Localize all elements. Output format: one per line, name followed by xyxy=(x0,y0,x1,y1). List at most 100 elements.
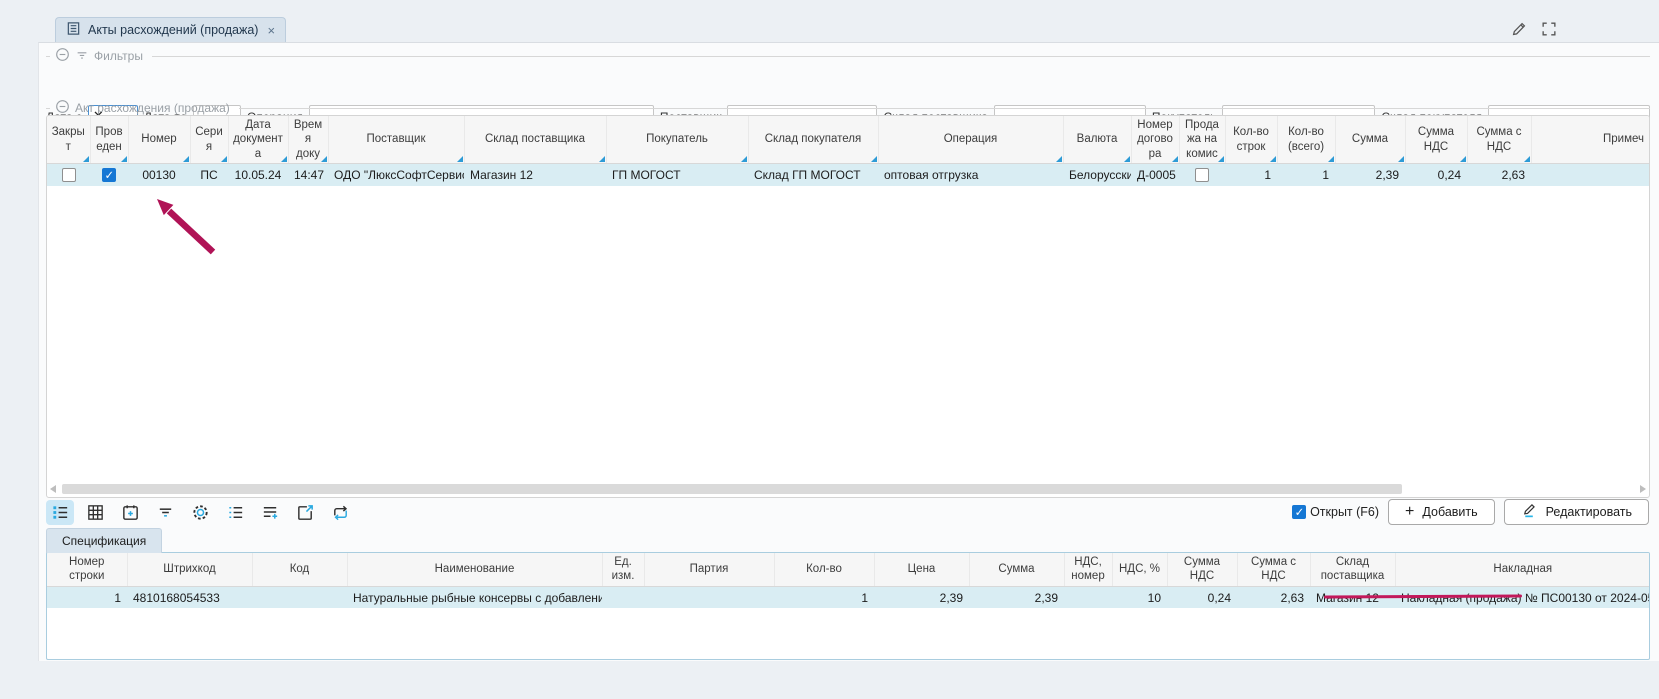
cell-number[interactable]: 00130 xyxy=(128,164,190,186)
cell-operation[interactable]: оптовая отгрузка xyxy=(878,164,1063,186)
col-currency[interactable]: Валюта xyxy=(1063,116,1131,164)
col-vat-number[interactable]: НДС, номер xyxy=(1064,553,1112,586)
open-external-icon[interactable] xyxy=(291,500,319,525)
col-batch[interactable]: Партия xyxy=(644,553,774,586)
scrollbar-thumb[interactable] xyxy=(62,484,1402,494)
cell-doc-time[interactable]: 14:47 xyxy=(288,164,328,186)
cell-spec-sum-vat[interactable]: 0,24 xyxy=(1167,586,1237,608)
add-button-label: Добавить xyxy=(1422,505,1477,519)
cell-barcode[interactable]: 4810168054533 xyxy=(127,586,252,608)
horizontal-scrollbar[interactable] xyxy=(50,482,1646,495)
col-rows-count[interactable]: Кол-во строк xyxy=(1225,116,1277,164)
cell-series[interactable]: ПС xyxy=(190,164,228,186)
tab-specification[interactable]: Спецификация xyxy=(46,528,162,553)
cell-sum-with-vat[interactable]: 2,63 xyxy=(1467,164,1531,186)
open-f6-checkbox[interactable] xyxy=(1292,505,1306,519)
cell-spec-sum[interactable]: 2,39 xyxy=(969,586,1064,608)
col-sum-vat[interactable]: Сумма НДС xyxy=(1405,116,1467,164)
documents-grid: Закрыт Проведен Номер Серия Дата докумен… xyxy=(46,115,1650,498)
col-contract[interactable]: Номер договора xyxy=(1131,116,1179,164)
scroll-right-icon[interactable] xyxy=(1640,485,1646,493)
commission-checkbox[interactable] xyxy=(1195,168,1209,182)
spec-row[interactable]: 1 4810168054533 Натуральные рыбные консе… xyxy=(47,586,1650,608)
document-row[interactable]: 00130 ПС 10.05.24 14:47 ОДО "ЛюксСофтСер… xyxy=(47,164,1650,186)
col-code[interactable]: Код xyxy=(252,553,347,586)
col-qty[interactable]: Кол-во xyxy=(774,553,874,586)
filter-lines-icon xyxy=(75,48,89,65)
numbered-list-icon[interactable] xyxy=(221,500,249,525)
cell-name[interactable]: Натуральные рыбные консервы с добавление xyxy=(347,586,602,608)
list-add-icon[interactable] xyxy=(256,500,284,525)
col-spec-sum-with-vat[interactable]: Сумма с НДС xyxy=(1237,553,1310,586)
add-button[interactable]: + Добавить xyxy=(1388,499,1495,525)
cell-note[interactable] xyxy=(1531,164,1650,186)
col-supplier-store[interactable]: Склад поставщика xyxy=(464,116,606,164)
collapse-filters-icon[interactable] xyxy=(55,47,70,65)
col-buyer-store[interactable]: Склад покупателя xyxy=(748,116,878,164)
cell-invoice[interactable]: Накладная (продажа) № ПС00130 от 2024-05… xyxy=(1395,586,1650,608)
cell-currency[interactable]: Белорусский xyxy=(1063,164,1131,186)
cell-vat-number[interactable] xyxy=(1064,586,1112,608)
cell-price[interactable]: 2,39 xyxy=(874,586,969,608)
cell-batch[interactable] xyxy=(644,586,774,608)
col-invoice[interactable]: Накладная xyxy=(1395,553,1650,586)
col-sum[interactable]: Сумма xyxy=(1335,116,1405,164)
cell-unit[interactable] xyxy=(602,586,644,608)
cell-doc-date[interactable]: 10.05.24 xyxy=(228,164,288,186)
col-line-number[interactable]: Номер строки xyxy=(47,553,127,586)
cell-code[interactable] xyxy=(252,586,347,608)
filter-icon[interactable] xyxy=(151,500,179,525)
tab-close-icon[interactable]: × xyxy=(267,23,275,38)
col-vat-percent[interactable]: НДС, % xyxy=(1112,553,1167,586)
col-price[interactable]: Цена xyxy=(874,553,969,586)
col-doc-time[interactable]: Время доку xyxy=(288,116,328,164)
col-posted[interactable]: Проведен xyxy=(90,116,128,164)
col-doc-date[interactable]: Дата документа xyxy=(228,116,288,164)
cell-qty[interactable]: 1 xyxy=(774,586,874,608)
col-unit[interactable]: Ед. изм. xyxy=(602,553,644,586)
col-spec-supplier-store[interactable]: Склад поставщика xyxy=(1310,553,1395,586)
cell-qty-total[interactable]: 1 xyxy=(1277,164,1335,186)
scroll-left-icon[interactable] xyxy=(50,485,56,493)
col-series[interactable]: Серия xyxy=(190,116,228,164)
col-sum-with-vat[interactable]: Сумма с НДС xyxy=(1467,116,1531,164)
cell-sum[interactable]: 2,39 xyxy=(1335,164,1405,186)
cell-supplier-store[interactable]: Магазин 12 xyxy=(464,164,606,186)
tab-acts-discrepancy[interactable]: Акты расхождений (продажа) × xyxy=(55,17,286,42)
col-commission[interactable]: Продажа на комис xyxy=(1179,116,1225,164)
posted-checkbox[interactable] xyxy=(102,168,116,182)
edit-pencil-icon[interactable] xyxy=(1509,19,1529,39)
edit-pencil-small-icon xyxy=(1521,502,1538,522)
col-barcode[interactable]: Штрихкод xyxy=(127,553,252,586)
fullscreen-icon[interactable] xyxy=(1539,19,1559,39)
col-buyer[interactable]: Покупатель xyxy=(606,116,748,164)
cell-sum-vat[interactable]: 0,24 xyxy=(1405,164,1467,186)
cell-buyer[interactable]: ГП МОГОСТ xyxy=(606,164,748,186)
cell-vat-percent[interactable]: 10 xyxy=(1112,586,1167,608)
col-supplier[interactable]: Поставщик xyxy=(328,116,464,164)
cell-spec-sum-with-vat[interactable]: 2,63 xyxy=(1237,586,1310,608)
list-view-icon[interactable] xyxy=(46,500,74,525)
col-spec-sum-vat[interactable]: Сумма НДС xyxy=(1167,553,1237,586)
cell-buyer-store[interactable]: Склад ГП МОГОСТ xyxy=(748,164,878,186)
grid-view-icon[interactable] xyxy=(81,500,109,525)
col-note[interactable]: Примеч xyxy=(1531,116,1650,164)
calendar-plus-icon[interactable] xyxy=(116,500,144,525)
record-controls: Открыт (F6) + Добавить Редактировать xyxy=(1292,499,1649,525)
cell-supplier[interactable]: ОДО "ЛюксСофтСервис xyxy=(328,164,464,186)
edit-button[interactable]: Редактировать xyxy=(1504,499,1649,525)
col-name[interactable]: Наименование xyxy=(347,553,602,586)
col-number[interactable]: Номер xyxy=(128,116,190,164)
col-qty-total[interactable]: Кол-во (всего) xyxy=(1277,116,1335,164)
cell-line-number[interactable]: 1 xyxy=(47,586,127,608)
col-closed[interactable]: Закрыт xyxy=(47,116,90,164)
cell-spec-supplier-store[interactable]: Магазин 12 xyxy=(1310,586,1395,608)
col-operation[interactable]: Операция xyxy=(878,116,1063,164)
cell-contract[interactable]: Д-0005 xyxy=(1131,164,1179,186)
col-spec-sum[interactable]: Сумма xyxy=(969,553,1064,586)
closed-checkbox[interactable] xyxy=(62,168,76,182)
open-f6-toggle[interactable]: Открыт (F6) xyxy=(1292,505,1379,519)
reload-loop-icon[interactable] xyxy=(326,500,354,525)
settings-gear-icon[interactable] xyxy=(186,500,214,525)
cell-rows-count[interactable]: 1 xyxy=(1225,164,1277,186)
